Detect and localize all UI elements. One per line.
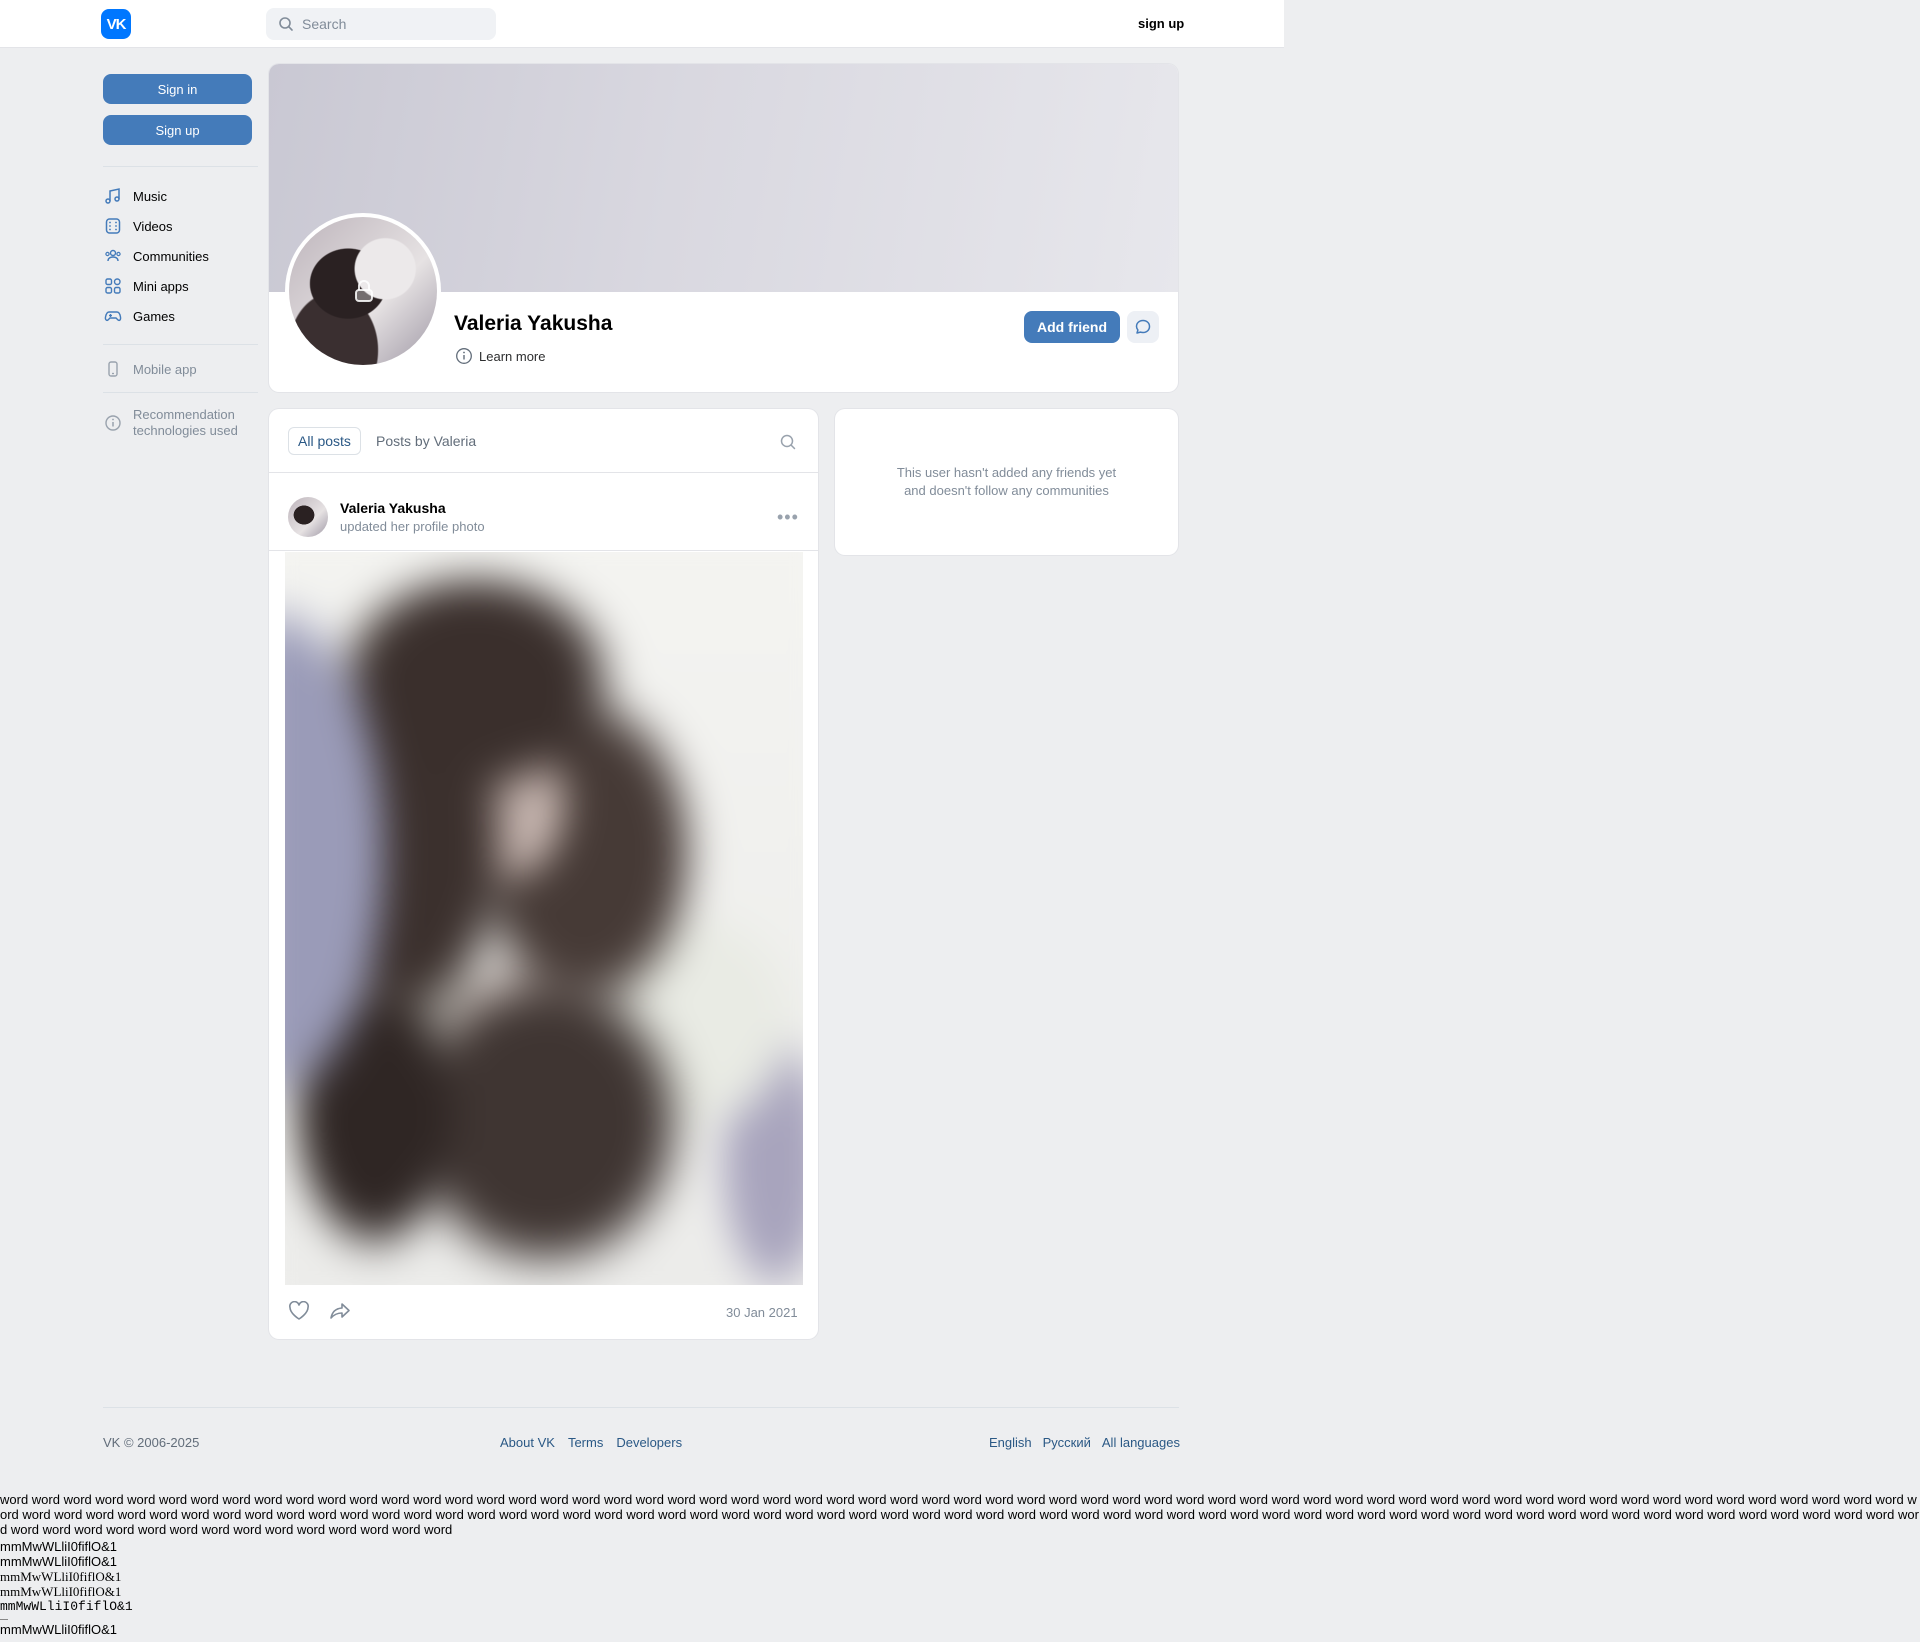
recommendation-line-1: Recommendation bbox=[133, 407, 235, 422]
blurred-photo bbox=[285, 552, 803, 1285]
recommendation-label: Recommendation technologies used bbox=[133, 407, 238, 439]
sidebar-item-videos[interactable]: Videos bbox=[103, 214, 173, 238]
add-friend-button[interactable]: Add friend bbox=[1024, 311, 1120, 343]
glyph-line: mmMwWLliI0fiflO&1 bbox=[0, 1584, 122, 1599]
wall-tabs: All posts Posts by Valeria bbox=[269, 409, 818, 473]
language-russian[interactable]: Русский bbox=[1043, 1435, 1091, 1450]
post-actions: 30 Jan 2021 bbox=[269, 1285, 818, 1339]
footer-divider bbox=[103, 1407, 1179, 1408]
sidebar-item-communities[interactable]: Communities bbox=[103, 244, 209, 268]
sidebar-item-music[interactable]: Music bbox=[103, 184, 167, 208]
search-icon[interactable] bbox=[779, 433, 797, 451]
footer-links: About VK Terms Developers bbox=[500, 1435, 682, 1450]
footer-link-terms[interactable]: Terms bbox=[568, 1435, 603, 1450]
friends-line-1: This user hasn't added any friends yet bbox=[896, 465, 1117, 480]
sidebar-item-label: Videos bbox=[133, 218, 173, 234]
search-input[interactable] bbox=[302, 16, 482, 32]
footer-link-developers[interactable]: Developers bbox=[616, 1435, 682, 1450]
phone-icon bbox=[103, 359, 123, 379]
profile-avatar[interactable] bbox=[285, 213, 441, 369]
message-button[interactable] bbox=[1127, 311, 1159, 343]
learn-more-link[interactable]: Learn more bbox=[455, 347, 545, 365]
post-author[interactable]: Valeria Yakusha bbox=[340, 500, 446, 516]
share-icon[interactable] bbox=[329, 1301, 351, 1321]
video-icon bbox=[103, 216, 123, 236]
glyph-line: mmMwWLliI0fiflO&1 bbox=[0, 1539, 118, 1554]
profile-name: Valeria Yakusha bbox=[454, 312, 613, 335]
info-icon bbox=[103, 413, 123, 433]
friends-card: This user hasn't added any friends yet an… bbox=[835, 409, 1178, 555]
glyph-line: mmMwWLliI0fiflO&1 bbox=[0, 1599, 133, 1614]
friends-empty-message: This user hasn't added any friends yet an… bbox=[877, 464, 1137, 500]
post-header: Valeria Yakusha updated her profile phot… bbox=[269, 473, 818, 551]
post-date: 30 Jan 2021 bbox=[726, 1305, 798, 1320]
post-photo[interactable] bbox=[285, 552, 803, 1285]
users-icon bbox=[103, 246, 123, 266]
test-words: word word word word word word word word … bbox=[0, 1492, 1919, 1537]
footer-link-about[interactable]: About VK bbox=[500, 1435, 555, 1450]
gamepad-icon bbox=[103, 306, 123, 326]
info-icon bbox=[456, 348, 472, 364]
nav-divider bbox=[103, 392, 258, 393]
wall-card: All posts Posts by Valeria Valeria Yakus… bbox=[269, 409, 818, 1339]
message-icon bbox=[1135, 319, 1151, 334]
sidebar-item-label: Music bbox=[133, 188, 167, 204]
nav-divider bbox=[103, 166, 258, 167]
sidebar-item-mobile-app[interactable]: Mobile app bbox=[103, 357, 197, 381]
more-options-icon[interactable]: ••• bbox=[777, 507, 799, 528]
glyph-separator bbox=[0, 1614, 133, 1622]
sidebar-item-games[interactable]: Games bbox=[103, 304, 175, 328]
nav-divider bbox=[103, 344, 258, 345]
language-links: English Русский All languages bbox=[989, 1435, 1180, 1450]
search-box[interactable] bbox=[266, 8, 496, 40]
friends-line-2: and doesn't follow any communities bbox=[904, 483, 1109, 498]
sidebar-item-label: Communities bbox=[133, 248, 209, 264]
avatar[interactable] bbox=[288, 497, 328, 537]
grid-icon bbox=[103, 276, 123, 296]
sidebar-item-label: Mobile app bbox=[133, 361, 197, 377]
learn-more-label: Learn more bbox=[479, 348, 546, 364]
test-glyph-lines: mmMwWLliI0fiflO&1 mmMwWLliI0fiflO&1 mmMw… bbox=[0, 1539, 133, 1637]
sign-up-link[interactable]: sign up bbox=[1138, 16, 1184, 31]
recommendation-line-2: technologies used bbox=[133, 423, 238, 438]
music-note-icon bbox=[103, 186, 123, 206]
copyright: VK © 2006-2025 bbox=[103, 1435, 200, 1450]
sign-up-button[interactable]: Sign up bbox=[103, 115, 252, 145]
glyph-line: mmMwWLliI0fiflO&1 bbox=[0, 1554, 118, 1569]
lock-icon bbox=[355, 280, 373, 302]
tab-posts-by-valeria[interactable]: Posts by Valeria bbox=[376, 433, 476, 449]
vk-logo[interactable]: VK bbox=[101, 9, 131, 39]
like-icon[interactable] bbox=[288, 1301, 310, 1321]
top-bar: VK sign up bbox=[0, 0, 1284, 48]
language-english[interactable]: English bbox=[989, 1435, 1032, 1450]
search-icon bbox=[279, 17, 293, 31]
sidebar-item-label: Mini apps bbox=[133, 278, 189, 294]
language-all[interactable]: All languages bbox=[1102, 1435, 1180, 1450]
post-subtitle: updated her profile photo bbox=[340, 519, 485, 534]
glyph-line: mmMwWLliI0fiflO&1 bbox=[0, 1622, 118, 1637]
sign-in-button[interactable]: Sign in bbox=[103, 74, 252, 104]
sidebar-item-recommendations[interactable]: Recommendation technologies used bbox=[103, 407, 238, 439]
sidebar-item-mini-apps[interactable]: Mini apps bbox=[103, 274, 189, 298]
avatar-image bbox=[289, 217, 437, 365]
glyph-line: mmMwWLliI0fiflO&1 bbox=[0, 1569, 122, 1584]
sidebar-item-label: Games bbox=[133, 308, 175, 324]
tab-all-posts[interactable]: All posts bbox=[288, 427, 361, 455]
